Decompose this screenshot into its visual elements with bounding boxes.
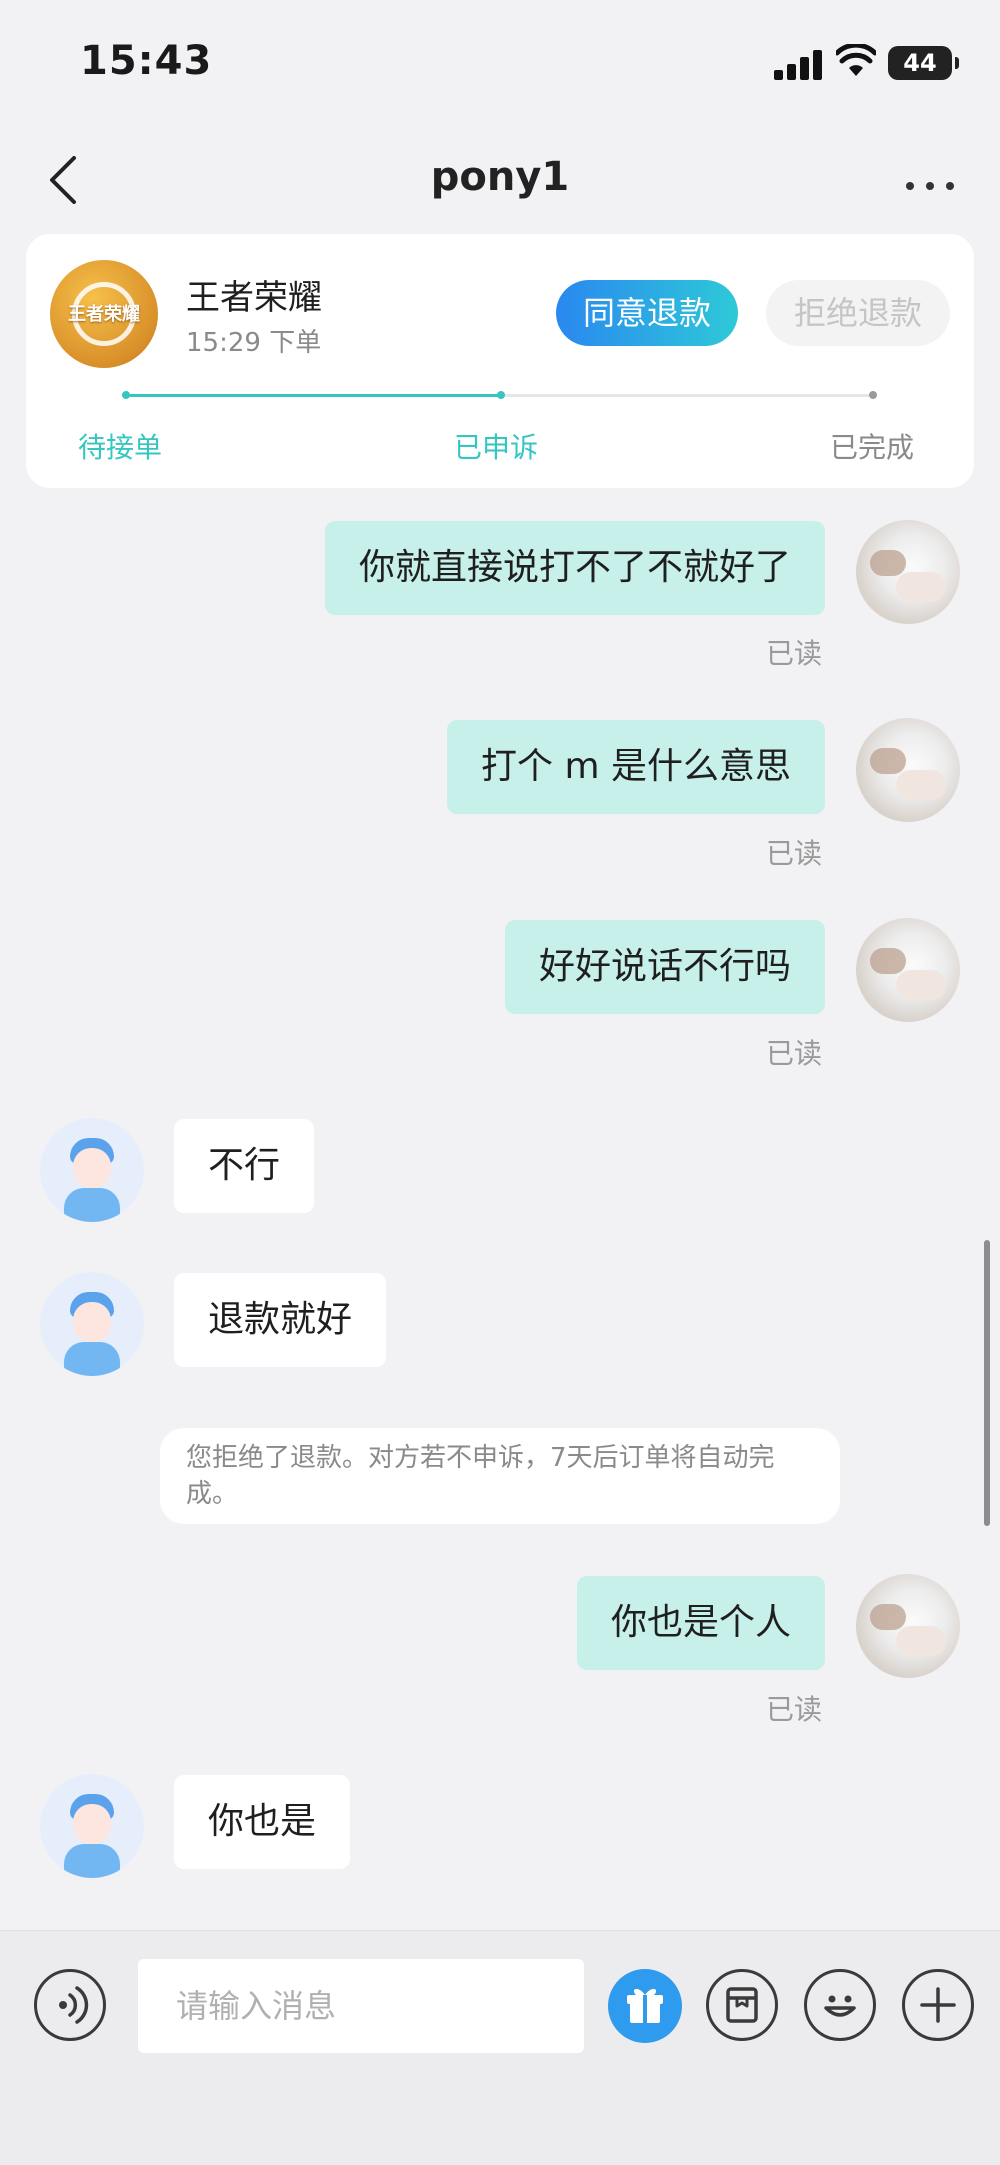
- signal-icon: [774, 48, 826, 80]
- progress-dot: [122, 391, 130, 399]
- status-bar: 15:43 44: [0, 0, 1000, 120]
- message-bubble-in[interactable]: 不行: [174, 1119, 315, 1213]
- emoji-icon: [824, 1995, 856, 2017]
- emoji-button[interactable]: [804, 1969, 876, 2041]
- other-avatar[interactable]: [40, 1118, 144, 1222]
- message-input[interactable]: [138, 1959, 584, 2053]
- step-appealed: 已申诉: [454, 431, 539, 464]
- message-bubble-out[interactable]: 好好说话不行吗: [504, 920, 825, 1014]
- game-logo-text: 王者荣耀: [68, 304, 140, 325]
- message-bubble-out[interactable]: 打个 m 是什么意思: [447, 720, 825, 814]
- plus-icon: [920, 1987, 956, 2023]
- game-logo: 王者荣耀: [50, 260, 158, 368]
- message-bubble-in[interactable]: 退款就好: [174, 1273, 387, 1367]
- wifi-icon: [836, 44, 876, 76]
- system-notice: 您拒绝了退款。对方若不申诉，7天后订单将自动完成。: [160, 1428, 840, 1524]
- page-title: pony1: [430, 154, 570, 200]
- my-avatar[interactable]: [856, 718, 960, 822]
- agree-refund-button[interactable]: 同意退款: [556, 280, 738, 346]
- progress-dot: [497, 391, 505, 399]
- read-status: 已读: [766, 637, 823, 670]
- my-avatar[interactable]: [856, 520, 960, 624]
- progress-dot: [869, 391, 877, 399]
- read-status: 已读: [766, 1037, 823, 1070]
- read-status: 已读: [766, 837, 823, 870]
- progress-line-todo: [501, 394, 873, 397]
- gift-button[interactable]: [608, 1969, 682, 2043]
- order-card: 王者荣耀 王者荣耀 15:29 下单 同意退款 拒绝退款 待接单 已申诉 已完成: [26, 234, 974, 488]
- my-avatar[interactable]: [856, 918, 960, 1022]
- scrollbar[interactable]: [984, 1240, 990, 1526]
- battery-icon: 44: [888, 46, 959, 80]
- game-name: 王者荣耀: [186, 278, 322, 318]
- input-bar: [0, 1930, 1000, 2165]
- progress-line-done: [126, 394, 501, 397]
- nav-bar: pony1: [0, 140, 1000, 220]
- more-button[interactable]: [900, 150, 960, 210]
- voice-button[interactable]: [34, 1969, 106, 2041]
- plus-button[interactable]: [902, 1969, 974, 2041]
- other-avatar[interactable]: [40, 1774, 144, 1878]
- order-button[interactable]: [706, 1969, 778, 2041]
- message-bubble-in[interactable]: 你也是: [174, 1775, 351, 1869]
- step-pending: 待接单: [78, 431, 163, 464]
- order-time: 15:29 下单: [186, 328, 322, 358]
- message-bubble-out[interactable]: 你也是个人: [576, 1576, 825, 1670]
- voice-icon: [59, 1986, 89, 2024]
- reject-refund-button[interactable]: 拒绝退款: [766, 280, 950, 346]
- step-completed: 已完成: [830, 431, 915, 464]
- my-avatar[interactable]: [856, 1574, 960, 1678]
- gift-icon: [627, 1988, 663, 2023]
- other-avatar[interactable]: [40, 1272, 144, 1376]
- status-time: 15:43: [80, 38, 213, 84]
- read-status: 已读: [766, 1693, 823, 1726]
- order-icon: [726, 1987, 758, 2023]
- message-bubble-out[interactable]: 你就直接说打不了不就好了: [324, 521, 825, 615]
